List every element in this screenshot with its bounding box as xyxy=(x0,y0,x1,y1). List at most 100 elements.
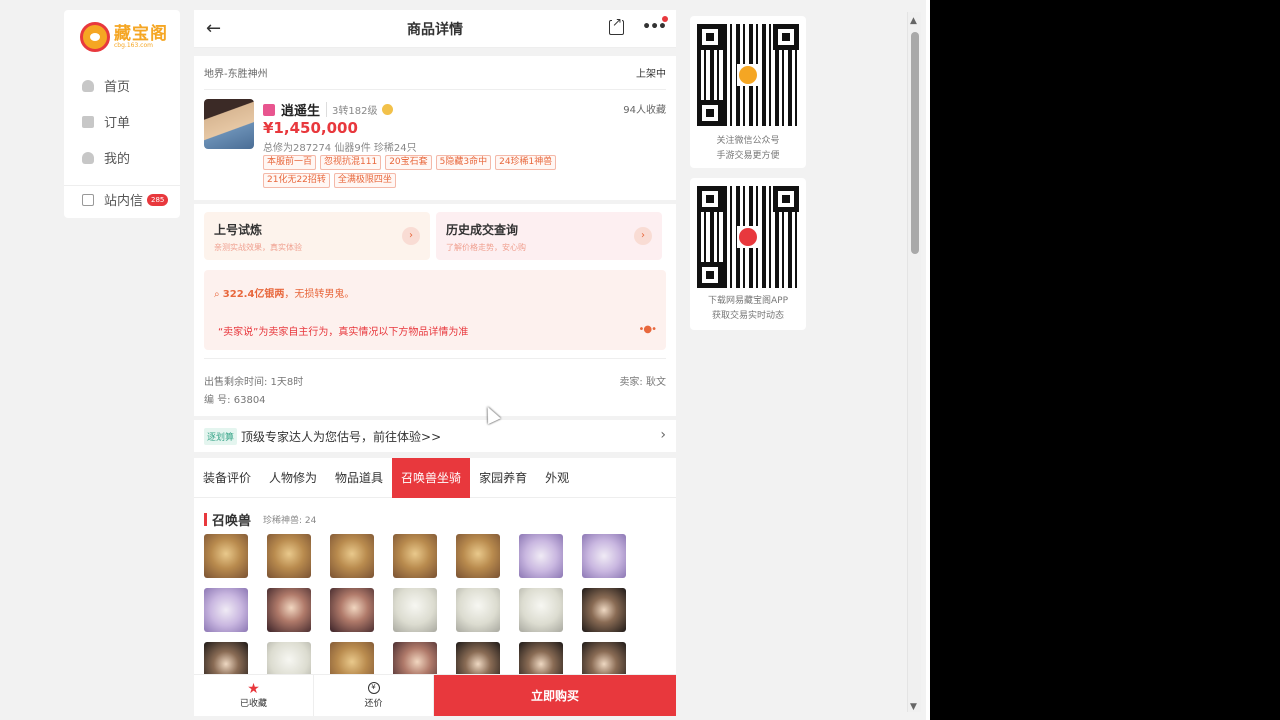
bargain-button[interactable]: ¥ 还价 xyxy=(314,675,434,716)
side-nav: 藏宝阁 cbg.163.com 首页 订单 我的 站内信 285 xyxy=(64,10,180,218)
section-marker xyxy=(204,513,207,526)
page-scrollbar[interactable]: ▲ ▼ xyxy=(907,12,921,712)
seller-link[interactable]: 卖家: 耿文 xyxy=(619,373,666,388)
listing-status: 上架中 xyxy=(636,69,666,80)
tab-pets-mounts[interactable]: 召唤兽坐骑 xyxy=(392,457,471,498)
pet-thumbnail[interactable] xyxy=(393,534,437,578)
wechat-qr-card: 关注微信公众号 手游交易更方便 xyxy=(690,16,806,168)
role-school-icon xyxy=(263,103,275,116)
app-qr-code xyxy=(697,186,799,288)
nav-inbox[interactable]: 站内信 285 xyxy=(82,190,169,209)
pet-thumbnail[interactable] xyxy=(267,534,311,578)
tab-appearance[interactable]: 外观 xyxy=(536,458,578,498)
pet-thumbnail[interactable] xyxy=(393,588,437,632)
seller-note-rest: ，无损转男鬼。 xyxy=(284,289,355,300)
scroll-down-icon[interactable]: ▼ xyxy=(910,702,917,712)
expand-dots-icon[interactable]: •●• xyxy=(638,324,657,335)
share-icon[interactable] xyxy=(609,15,624,35)
pet-thumbnail[interactable] xyxy=(267,588,311,632)
logo-icon xyxy=(80,22,110,52)
pets-header: 召唤兽 珍稀神兽: 24 xyxy=(204,510,316,529)
trial-subtitle: 亲测实战效果，真实体验 xyxy=(214,243,302,252)
detail-tabs: 装备评价 人物修为 物品道具 召唤兽坐骑 家园养育 外观 xyxy=(194,457,676,498)
pet-thumbnail[interactable] xyxy=(456,588,500,632)
favorite-button[interactable]: ★ 已收藏 xyxy=(194,675,314,716)
pets-title: 召唤兽 xyxy=(212,514,252,529)
service-section: 上号试炼 亲测实战效果，真实体验 › 历史成交查询 了解价格走势，安心购 › ⌕… xyxy=(194,204,676,416)
tab-equipment[interactable]: 装备评价 xyxy=(194,458,260,498)
nav-orders-label: 订单 xyxy=(104,116,131,131)
buy-now-button[interactable]: 立即购买 xyxy=(434,675,676,716)
highlight-tag: 本服前一百 xyxy=(263,155,317,170)
pet-thumbnail[interactable] xyxy=(204,642,248,674)
page-title: 商品详情 xyxy=(407,21,463,38)
scroll-up-icon[interactable]: ▲ xyxy=(910,16,917,26)
favorite-label: 已收藏 xyxy=(239,699,267,709)
tab-items[interactable]: 物品道具 xyxy=(326,458,392,498)
scrollbar-thumb[interactable] xyxy=(911,32,919,254)
seller-note: ⌕ 322.4亿银两，无损转男鬼。 “卖家说”为卖家自主行为，真实情况以下方物品… xyxy=(204,270,666,350)
highlight-tags: 本服前一百 忽视抗混111 20宝石套 5隐藏3命中 24珍稀1神兽 21化无2… xyxy=(263,155,603,188)
seller-note-text: ⌕ 322.4亿银两，无损转男鬼。 xyxy=(214,285,354,300)
nav-home[interactable]: 首页 xyxy=(82,76,130,95)
logo-icon xyxy=(739,66,757,84)
wechat-qr-code xyxy=(697,24,799,126)
seller-note-disclaimer: “卖家说”为卖家自主行为，真实情况以下方物品详情为准 xyxy=(218,327,469,338)
level-badge-icon xyxy=(382,104,394,115)
pet-grid xyxy=(204,534,626,674)
back-arrow-icon[interactable]: ← xyxy=(206,18,221,39)
pet-thumbnail[interactable] xyxy=(330,588,374,632)
location-row: 地界-东胜神州 上架中 xyxy=(204,56,666,90)
seller-note-highlight: 322.4亿银两 xyxy=(222,289,285,300)
valuation-banner[interactable]: 逐划算 顶级专家达人为您估号，前往体验>> › xyxy=(194,420,676,452)
nav-divider xyxy=(64,185,180,186)
order-icon xyxy=(82,115,94,128)
price-history-subtitle: 了解价格走势，安心购 xyxy=(446,243,526,252)
price-history-card[interactable]: 历史成交查询 了解价格走势，安心购 › xyxy=(436,212,662,260)
tab-cultivation[interactable]: 人物修为 xyxy=(260,458,326,498)
chevron-right-icon: › xyxy=(402,227,420,245)
action-bar: ★ 已收藏 ¥ 还价 立即购买 xyxy=(194,674,676,716)
nav-mine[interactable]: 我的 xyxy=(82,148,130,167)
tab-home[interactable]: 家园养育 xyxy=(470,458,536,498)
pet-thumbnail[interactable] xyxy=(582,534,626,578)
nav-inbox-label: 站内信 xyxy=(104,194,144,209)
pet-thumbnail[interactable] xyxy=(519,534,563,578)
pet-thumbnail[interactable] xyxy=(204,534,248,578)
pet-thumbnail[interactable] xyxy=(582,642,626,674)
pet-thumbnail[interactable] xyxy=(456,642,500,674)
role-stats: 总修为287274 仙器9件 珍稀24只 xyxy=(263,143,417,154)
valuation-text: 顶级专家达人为您估号，前往体验>> xyxy=(241,429,442,444)
pet-thumbnail[interactable] xyxy=(267,642,311,674)
role-line: 逍遥生 3转182级 xyxy=(263,100,394,119)
app-qr-card: 下载网易藏宝阁APP 获取交易实时动态 xyxy=(690,178,806,330)
chevron-right-icon: › xyxy=(634,227,652,245)
star-icon: ★ xyxy=(247,681,260,697)
highlight-tag: 全满极限四坐 xyxy=(333,173,396,188)
nav-orders[interactable]: 订单 xyxy=(82,112,130,131)
logo-text: 藏宝阁 xyxy=(114,23,168,44)
character-avatar xyxy=(204,99,254,149)
pet-thumbnail[interactable] xyxy=(519,588,563,632)
favorite-count: 94人收藏 xyxy=(623,105,666,116)
price-history-title: 历史成交查询 xyxy=(446,223,519,237)
pet-thumbnail[interactable] xyxy=(330,642,374,674)
app-logo-icon xyxy=(739,228,757,246)
highlight-tag: 5隐藏3命中 xyxy=(435,155,492,170)
pet-thumbnail[interactable] xyxy=(330,534,374,578)
trial-card[interactable]: 上号试炼 亲测实战效果，真实体验 › xyxy=(204,212,430,260)
pet-thumbnail[interactable] xyxy=(582,588,626,632)
role-name: 逍遥生 xyxy=(281,104,321,119)
chevron-right-icon: › xyxy=(660,427,666,443)
inbox-badge: 285 xyxy=(147,193,169,206)
bargain-icon: ¥ xyxy=(367,682,380,694)
highlight-tag: 忽视抗混111 xyxy=(320,155,382,170)
browser-viewport: 藏宝阁 cbg.163.com 首页 订单 我的 站内信 285 ← 商品详情 … xyxy=(0,0,926,720)
rare-pet-count: 珍稀神兽: 24 xyxy=(263,516,317,526)
pet-thumbnail[interactable] xyxy=(456,534,500,578)
pet-thumbnail[interactable] xyxy=(204,588,248,632)
pet-thumbnail[interactable] xyxy=(519,642,563,674)
site-logo[interactable]: 藏宝阁 cbg.163.com xyxy=(80,22,168,52)
wechat-caption-2: 手游交易更方便 xyxy=(716,151,780,161)
pet-thumbnail[interactable] xyxy=(393,642,437,674)
